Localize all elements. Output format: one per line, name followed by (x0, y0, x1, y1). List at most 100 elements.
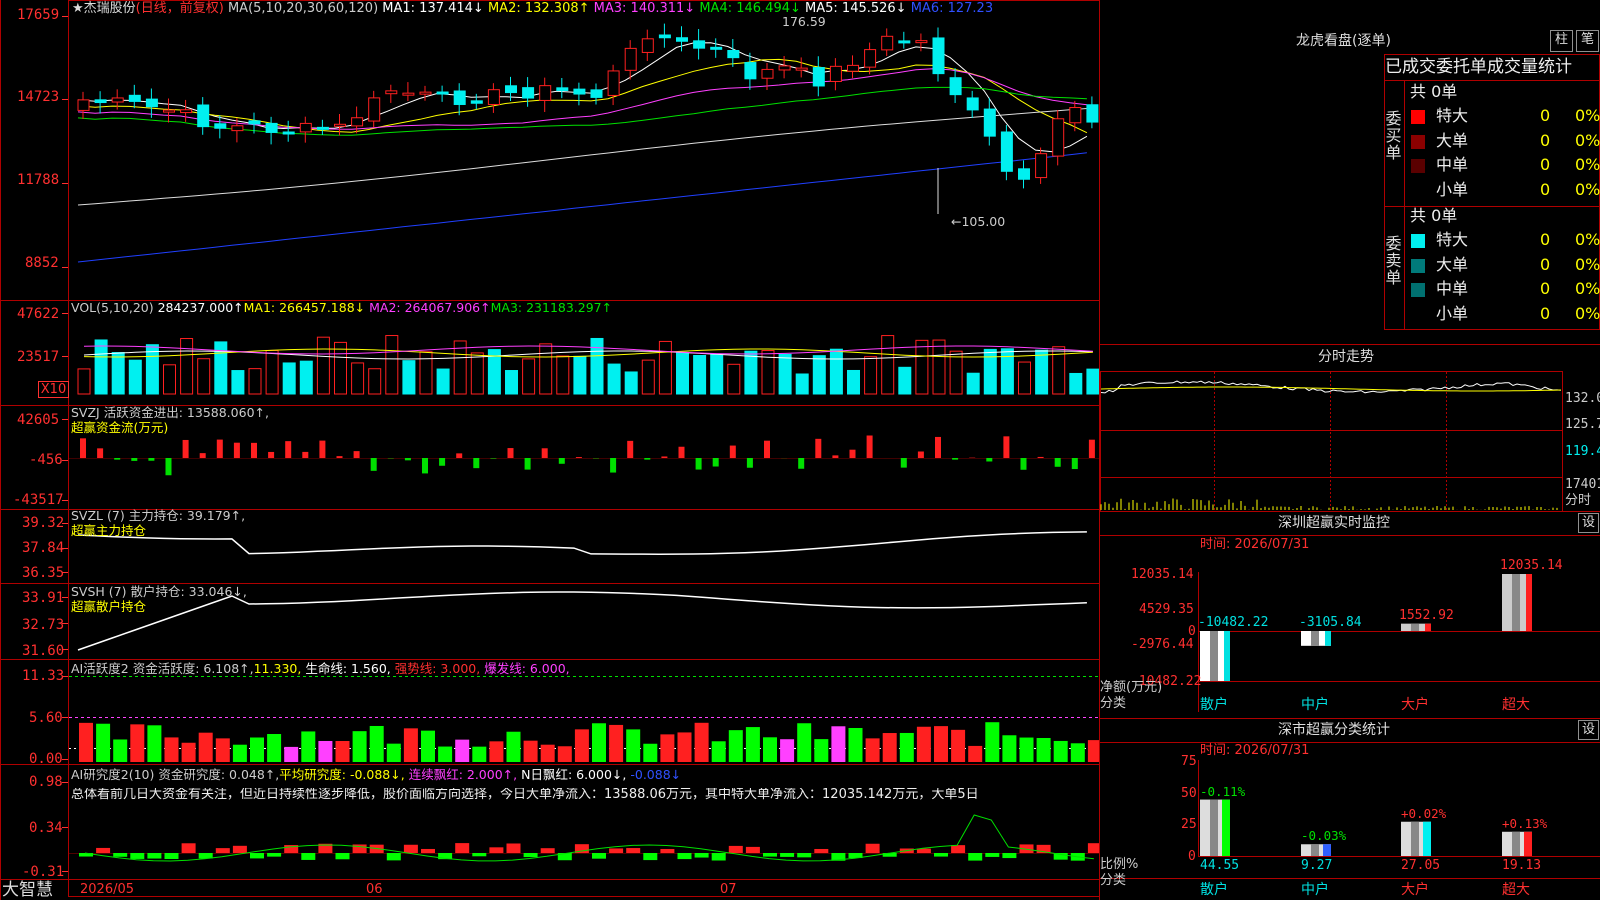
fund-flow-bar (524, 458, 531, 470)
monitor-bar-edge (1526, 574, 1532, 631)
ma3-value: MA3: 140.311↓ (593, 1, 696, 16)
stock-name[interactable]: 杰瑞股份 (84, 1, 136, 16)
bar-mode-button[interactable]: 柱 (1550, 30, 1573, 52)
stroke-mode-button[interactable]: 笔 (1576, 30, 1599, 52)
order-percent: 0% (1575, 303, 1600, 323)
candle (1018, 168, 1030, 180)
ma120-line (77, 152, 1087, 263)
activity-bar (951, 729, 966, 762)
buy-side-label: 委买单 (1385, 109, 1402, 162)
order-size-label: 特大 (1436, 106, 1469, 125)
activity-bar (438, 746, 453, 762)
activity-bar (164, 737, 179, 762)
sz-monitor-axis-label: -2976.44 (1131, 637, 1194, 652)
research-bar (694, 853, 709, 858)
svzl-subtitle: 超赢主力持仓 (71, 523, 147, 538)
intraday-box (1100, 371, 1563, 512)
star-icon: ★ (72, 1, 84, 16)
activity-bar (540, 744, 555, 762)
sz-monitor-settings-button[interactable]: 设 (1578, 513, 1599, 533)
candle (402, 92, 415, 96)
ai-research-summary: 总体看前几日大资金有关注，但近日持续性逐步降低，股价面临方向选择，今日大单净流入… (71, 788, 979, 802)
candle (864, 49, 877, 68)
period-label[interactable]: (日线，前复权) (136, 1, 224, 16)
research-bar (626, 848, 641, 853)
activity-bar (403, 728, 418, 762)
fund-flow-bar (422, 458, 428, 474)
candle (453, 90, 466, 105)
svzl-title: SVZL (7) (71, 508, 125, 523)
sz-stats-axis-caption: 分类 (1100, 873, 1127, 888)
sz-stats-axis-label: 25 (1181, 817, 1197, 832)
research-bar (968, 853, 983, 861)
order-count: 0 (1540, 254, 1551, 274)
sz-monitor-axis-caption: 净额(万元) (1100, 680, 1163, 695)
fund-flow-bar (216, 439, 223, 458)
order-size-label: 小单 (1436, 179, 1469, 199)
activity-bar (369, 725, 384, 762)
tab-orders[interactable]: 委托单 (1436, 57, 1487, 77)
sz-stats-settings-button[interactable]: 设 (1578, 720, 1599, 740)
activity-bar (215, 738, 230, 762)
volume-bar (658, 340, 672, 395)
tab-volume[interactable]: 成交量 (1487, 57, 1538, 77)
stats-value-label: 9.27 (1301, 858, 1333, 873)
research-bar (865, 843, 880, 853)
candle (368, 97, 381, 122)
chart-frame (68, 0, 1100, 897)
volume-bar (966, 372, 980, 395)
tab-stats[interactable]: 统计 (1538, 57, 1572, 77)
ai-research-axis-label: 0.98 (29, 774, 63, 790)
brand-logo: 大智慧 (2, 880, 53, 900)
fund-flow-bar (541, 448, 548, 458)
activity-bar (506, 731, 521, 762)
activity-bar (592, 723, 606, 762)
volume-bar (351, 362, 365, 395)
activity-bar (386, 743, 401, 762)
burst-line-value: 爆发线: 6.000, (484, 661, 570, 676)
order-percent: 0% (1575, 155, 1600, 174)
activity-bar (797, 723, 812, 762)
activity-bar (352, 731, 367, 762)
candle (351, 117, 364, 127)
research-bar (745, 846, 760, 853)
candle (214, 123, 227, 129)
activity-bar (934, 726, 948, 762)
fund-flow-bar (935, 436, 941, 458)
svzj-axis-label: -456 (29, 452, 63, 468)
activity-bar (1087, 740, 1100, 762)
candle (128, 94, 141, 102)
sz-stats-axis-label: 75 (1181, 754, 1197, 769)
monitor-value-label: -3105.84 (1299, 615, 1362, 630)
tab-executed[interactable]: 已成交 (1385, 57, 1436, 77)
activity-bar (147, 725, 162, 762)
research-bar (934, 853, 948, 857)
activity-bar (574, 729, 589, 762)
monitor-category-label: 大户 (1401, 697, 1429, 713)
research-bar (592, 853, 606, 859)
sz-stats-axis-label: 0 (1188, 849, 1196, 864)
ai-active-header: AI活跃度2 资金活跃度: 6.108↑,11.330, 生命线: 1.560,… (71, 662, 570, 676)
research-bar (711, 853, 726, 861)
activity-bar (421, 730, 435, 762)
candle (966, 97, 979, 111)
ai-research-title: AI研究度2(10) (71, 767, 155, 782)
volume-bar (829, 348, 843, 395)
research-bar (164, 853, 179, 860)
volume-bar (265, 349, 279, 395)
n-red-value: N日飘红: 6.000↓, (521, 767, 627, 782)
fund-flow-bar (404, 458, 411, 461)
volume-ma3: MA3: 231183.297↑ (490, 300, 613, 315)
candle (1086, 104, 1099, 123)
volume-scale-badge[interactable]: X10 (38, 381, 69, 398)
volume-bar (641, 359, 655, 395)
research-bar (96, 847, 111, 853)
stats-value-label: 44.55 (1200, 858, 1240, 873)
research-bar (232, 845, 247, 853)
fund-flow-bar (815, 438, 822, 458)
volume-bar (231, 370, 245, 395)
research-bar (386, 853, 401, 861)
multi-panel-kline-chart[interactable] (0, 0, 1100, 900)
sz-monitor-title: 深圳超赢实时监控 (1278, 515, 1390, 531)
candle (881, 35, 894, 51)
